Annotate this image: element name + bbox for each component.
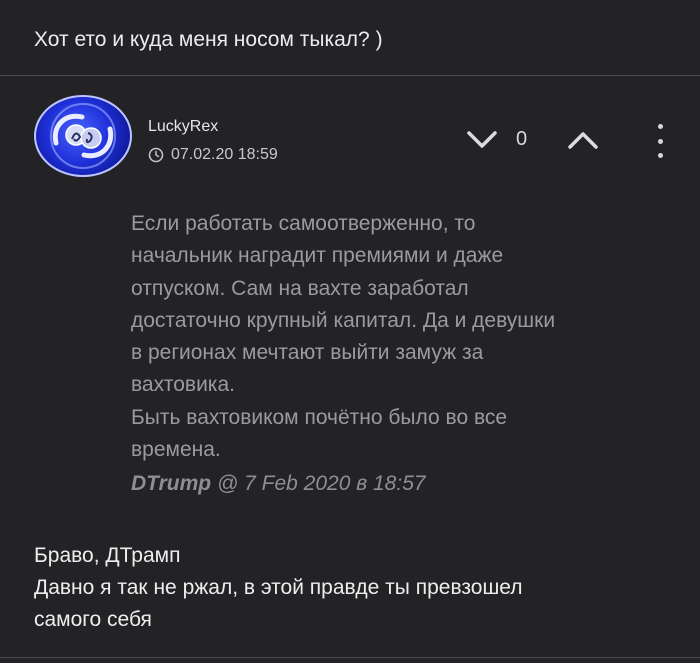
quote-line: начальник наградит премиями и даже (131, 244, 504, 268)
quote-line: времена. (131, 438, 221, 462)
vote-up-button[interactable] (562, 122, 604, 158)
quote-line: отпуском. Сам на вахте заработал (131, 276, 469, 300)
comment-date: 07.02.20 18:59 (171, 146, 278, 163)
comment-meta: 07.02.20 18:59 (148, 146, 278, 164)
comment-author[interactable]: LuckyRex (148, 118, 218, 136)
more-vertical-icon[interactable] (650, 124, 670, 158)
more-dot (657, 138, 663, 144)
more-dot (657, 153, 663, 158)
avatar[interactable] (34, 95, 132, 177)
comment-line: Браво, ДТрамп (34, 544, 181, 567)
quoted-comment: Если работать самоотверженно, то начальн… (131, 208, 671, 466)
avatar-image (50, 103, 116, 169)
comment-line: Давно я так не ржал, в этой правде ты пр… (34, 576, 523, 599)
comment-line: самого себя (34, 608, 152, 631)
quote-line: вахтовика. (131, 373, 235, 397)
quote-author-link[interactable]: DTrump (131, 472, 211, 495)
quote-line: Быть вахтовиком почётно было во все (131, 405, 508, 429)
more-dot (657, 124, 663, 129)
quote-line: Если работать самоотверженно, то (131, 212, 476, 235)
comment-body: Браво, ДТрамп Давно я так не ржал, в это… (34, 540, 674, 636)
previous-comment-text: Хот ето и куда меня носом тыкал? ) (34, 28, 383, 51)
vote-down-button[interactable] (462, 122, 502, 158)
bottom-divider (0, 657, 700, 658)
quote-line: достаточно крупный капитал. Да и девушки (131, 308, 556, 332)
chevron-down-icon (467, 131, 497, 148)
quote-attribution: DTrump @ 7 Feb 2020 в 18:57 (131, 472, 426, 496)
comment-score: 0 (516, 128, 528, 150)
quote-timestamp[interactable]: @ 7 Feb 2020 в 18:57 (217, 472, 426, 495)
chevron-up-icon (568, 132, 598, 149)
quote-line: в регионах мечтают выйти замуж за (131, 341, 484, 365)
clock-icon (148, 147, 164, 163)
top-divider (0, 75, 700, 76)
